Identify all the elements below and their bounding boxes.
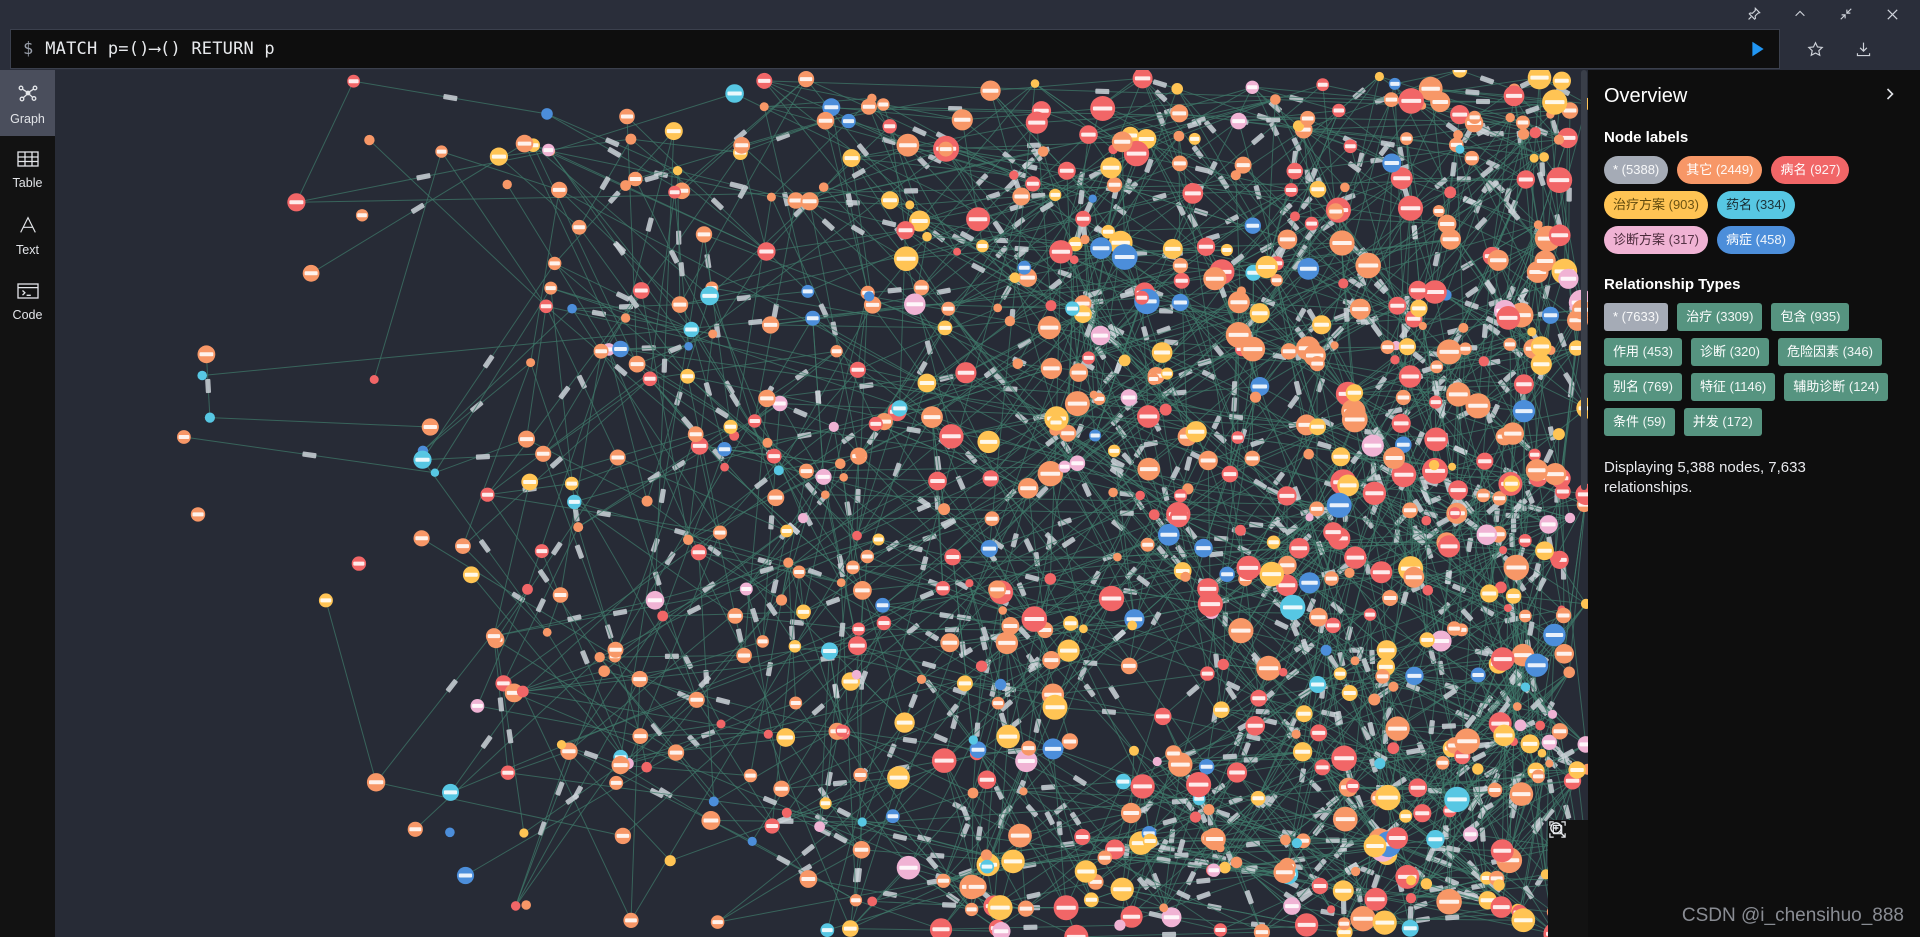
chip-label: 药名 [1725, 197, 1752, 212]
relationship-type-chip-3[interactable]: 作用 (453) [1604, 338, 1682, 366]
chip-label: 特征 [1699, 379, 1726, 394]
sidebar-item-table[interactable]: Table [0, 136, 55, 202]
node-label-chip-list: * (5388) 其它 (2449) 病名 (927) 治疗方案 (903) 药名 (3… [1604, 156, 1902, 254]
relationship-types-heading: Relationship Types [1604, 276, 1741, 293]
sidebar-item-table-label: Table [12, 175, 43, 190]
chip-count: (2449) [1712, 162, 1754, 177]
chip-count: (172) [1718, 414, 1753, 429]
sidebar-item-graph-label: Graph [10, 111, 45, 126]
chip-count: (124) [1845, 379, 1880, 394]
chip-label: 别名 [1613, 379, 1640, 394]
relationship-type-chip-10[interactable]: 并发 (172) [1683, 408, 1762, 436]
relationship-type-chip-1[interactable]: 治疗 (3309) [1677, 303, 1763, 331]
chip-count: (317) [1665, 232, 1699, 247]
text-icon [17, 214, 39, 241]
node-label-chip-6[interactable]: 病症 (458) [1716, 226, 1795, 254]
window-titlebar [0, 0, 1920, 28]
prompt-symbol: $ [23, 39, 34, 59]
chip-label: 包含 [1780, 309, 1807, 324]
chip-label: 治疗 [1686, 309, 1713, 324]
query-bar: $ MATCH p=()⟶() RETURN p [0, 28, 1920, 70]
overview-panel: Overview Node labels * (5388) 其它 (2449) 病名… [1588, 70, 1920, 937]
chip-count: (769) [1639, 379, 1673, 394]
view-mode-rail: Graph Table Text Code [0, 70, 55, 937]
chip-count: (903) [1665, 197, 1699, 212]
graph-icon [16, 81, 40, 110]
chip-label: 条件 [1613, 414, 1640, 429]
node-label-chip-2[interactable]: 病名 (927) [1771, 156, 1850, 184]
chip-label: 危险因素 [1786, 344, 1839, 359]
chip-label: 其它 [1686, 162, 1713, 177]
chip-count: (5388) [1618, 162, 1660, 177]
chevron-up-icon[interactable] [1790, 4, 1810, 24]
relationship-type-chip-9[interactable]: 条件 (59) [1604, 408, 1675, 436]
zoom-out-icon[interactable] [1550, 822, 1582, 892]
relationship-type-chip-2[interactable]: 包含 (935) [1771, 303, 1850, 331]
page-title: Overview [1604, 85, 1688, 107]
relationship-type-chip-4[interactable]: 诊断 (320) [1690, 338, 1769, 366]
sidebar-item-code[interactable]: Code [0, 268, 55, 334]
chip-count: (935) [1806, 309, 1841, 324]
chip-label: 诊断方案 [1613, 232, 1666, 247]
node-label-chip-5[interactable]: 诊断方案 (317) [1604, 226, 1708, 254]
chevron-right-icon[interactable] [1877, 84, 1902, 109]
chip-label: 治疗方案 [1613, 197, 1666, 212]
chip-count: (927) [1806, 162, 1841, 177]
minimize-icon[interactable] [1836, 4, 1856, 24]
chip-count: (3309) [1712, 309, 1754, 324]
table-icon [16, 149, 40, 174]
chip-count: (453) [1639, 344, 1673, 359]
close-icon[interactable] [1882, 4, 1902, 24]
neo4j-browser-window: $ MATCH p=()⟶() RETURN p Graph Table Tex… [0, 0, 1920, 937]
node-label-chip-3[interactable]: 治疗方案 (903) [1604, 191, 1708, 219]
watermark: CSDN @i_chensihuo_888 [1681, 905, 1904, 926]
chip-label: 病症 [1725, 232, 1752, 247]
chip-count: (320) [1726, 344, 1760, 359]
relationship-type-chip-5[interactable]: 危险因素 (346) [1777, 338, 1882, 366]
query-text: MATCH p=()⟶() RETURN p [45, 39, 275, 59]
chip-count: (346) [1838, 344, 1873, 359]
graph-canvas[interactable] [55, 70, 1588, 937]
chip-label: 辅助诊断 [1793, 379, 1846, 394]
relationship-type-chip-8[interactable]: 辅助诊断 (124) [1784, 373, 1889, 401]
panel-scrollbar[interactable] [1580, 70, 1588, 937]
overview-panel-header: Overview [1604, 84, 1902, 109]
chip-count: (59) [1639, 414, 1666, 429]
chip-label: 诊断 [1699, 344, 1726, 359]
node-label-chip-1[interactable]: 其它 (2449) [1677, 156, 1763, 184]
sidebar-item-text[interactable]: Text [0, 202, 55, 268]
sidebar-item-graph[interactable]: Graph [0, 70, 55, 136]
chip-label: 并发 [1692, 414, 1719, 429]
query-input[interactable]: $ MATCH p=()⟶() RETURN p [10, 29, 1780, 69]
displaying-status: Displaying 5,388 nodes, 7,633 relationsh… [1604, 459, 1806, 497]
chip-count: (334) [1752, 197, 1786, 212]
chip-count: (1146) [1726, 379, 1767, 394]
relationship-type-chip-0[interactable]: * (7633) [1604, 303, 1669, 331]
chip-label: 病名 [1780, 162, 1807, 177]
relationship-type-chip-list: * (7633) 治疗 (3309) 包含 (935) 作用 (453) 诊断 (320… [1604, 303, 1902, 436]
node-labels-heading: Node labels [1604, 129, 1689, 146]
run-query-button[interactable] [1747, 38, 1769, 60]
fit-to-screen-icon[interactable] [1549, 821, 1582, 929]
node-label-chip-0[interactable]: * (5388) [1604, 156, 1669, 184]
chip-count: (458) [1752, 232, 1786, 247]
relationship-type-chip-6[interactable]: 别名 (769) [1604, 373, 1682, 401]
code-icon [16, 281, 40, 306]
sidebar-item-code-label: Code [12, 307, 43, 322]
node-label-chip-4[interactable]: 药名 (334) [1716, 191, 1795, 219]
chip-count: (7633) [1618, 309, 1660, 324]
relationship-type-chip-7[interactable]: 特征 (1146) [1690, 373, 1776, 401]
graph-visualization[interactable] [55, 70, 1588, 937]
sidebar-item-text-label: Text [16, 242, 39, 257]
chip-label: 作用 [1613, 344, 1640, 359]
pin-icon[interactable] [1744, 4, 1764, 24]
download-icon[interactable] [1850, 36, 1876, 62]
favorite-star-icon[interactable] [1802, 36, 1828, 62]
